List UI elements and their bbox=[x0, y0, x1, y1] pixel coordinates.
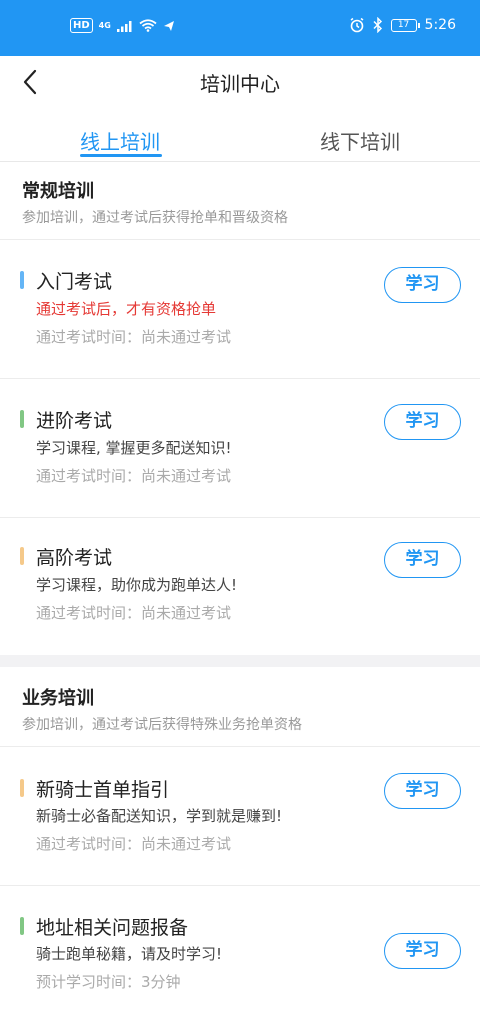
item-accent-bar bbox=[20, 271, 24, 289]
signal-icon bbox=[116, 20, 132, 32]
item-time-label: 预计学习时间： bbox=[36, 973, 142, 991]
item-accent-bar bbox=[20, 547, 24, 565]
alarm-icon bbox=[350, 17, 363, 33]
item-name: 地址相关问题报备 bbox=[36, 917, 189, 939]
item-exam-time: 通过考试时间：尚未通过考试 bbox=[36, 465, 231, 486]
status-right: 17 5:26 bbox=[349, 17, 456, 33]
training-item-entry-exam[interactable]: 入门考试 通过考试后，才有资格抢单 通过考试时间：尚未通过考试 学习 bbox=[0, 241, 480, 379]
study-button[interactable]: 学习 bbox=[384, 404, 461, 440]
item-exam-time: 通过考试时间：尚未通过考试 bbox=[36, 833, 231, 854]
item-time-label: 通过考试时间： bbox=[36, 467, 142, 485]
tab-bar: 线上培训 线下培训 bbox=[0, 118, 480, 162]
item-accent-bar bbox=[20, 917, 24, 935]
training-item-address-report[interactable]: 地址相关问题报备 骑士跑单秘籍，请及时学习! 预计学习时间：3分钟 学习 bbox=[0, 887, 480, 1026]
item-description: 骑士跑单秘籍，请及时学习! bbox=[36, 945, 223, 963]
item-description: 学习课程，助你成为跑单达人! bbox=[36, 576, 238, 594]
battery-icon: 17 bbox=[390, 18, 420, 32]
item-accent-bar bbox=[20, 779, 24, 797]
section-subtitle: 参加培训，通过考试后获得特殊业务抢单资格 bbox=[22, 717, 302, 733]
item-time-label: 通过考试时间： bbox=[36, 328, 142, 346]
status-left: HD 4G bbox=[70, 18, 175, 33]
item-time-label: 通过考试时间： bbox=[36, 835, 142, 853]
item-study-time: 预计学习时间：3分钟 bbox=[36, 971, 181, 992]
study-button[interactable]: 学习 bbox=[384, 267, 461, 303]
section-divider bbox=[0, 655, 480, 667]
hd-indicator: HD bbox=[70, 18, 93, 33]
training-item-new-rider-guide[interactable]: 新骑士首单指引 新骑士必备配送知识，学到就是赚到! 通过考试时间：尚未通过考试 … bbox=[0, 748, 480, 886]
page-title: 培训中心 bbox=[200, 72, 280, 96]
study-button[interactable]: 学习 bbox=[384, 933, 461, 969]
training-item-advanced-exam[interactable]: 进阶考试 学习课程, 掌握更多配送知识! 通过考试时间：尚未通过考试 学习 bbox=[0, 380, 480, 518]
item-warning: 通过考试后，才有资格抢单 bbox=[36, 300, 217, 318]
item-name: 入门考试 bbox=[36, 271, 113, 293]
study-button[interactable]: 学习 bbox=[384, 773, 461, 809]
tab-offline-training[interactable]: 线下培训 bbox=[320, 126, 400, 155]
wifi-icon bbox=[139, 19, 157, 32]
nav-header: 培训中心 bbox=[0, 56, 480, 108]
status-bar: HD 4G 17 5:26 bbox=[0, 0, 480, 56]
business-training-header: 业务培训 参加培训，通过考试后获得特殊业务抢单资格 bbox=[0, 667, 480, 747]
airplane-icon bbox=[163, 20, 174, 31]
item-exam-time: 通过考试时间：尚未通过考试 bbox=[36, 326, 231, 347]
item-accent-bar bbox=[20, 410, 24, 428]
bluetooth-icon bbox=[373, 17, 382, 33]
active-tab-indicator bbox=[80, 154, 162, 157]
status-time: 5:26 bbox=[424, 17, 456, 33]
item-time-value: 尚未通过考试 bbox=[141, 604, 232, 622]
item-name: 新骑士首单指引 bbox=[36, 779, 170, 801]
regular-training-header: 常规培训 参加培训，通过考试后获得抢单和晋级资格 bbox=[0, 163, 480, 240]
section-title: 业务培训 bbox=[22, 688, 94, 709]
item-description: 新骑士必备配送知识，学到就是赚到! bbox=[36, 807, 283, 825]
item-description: 学习课程, 掌握更多配送知识! bbox=[36, 439, 232, 457]
item-time-value: 尚未通过考试 bbox=[141, 328, 232, 346]
section-subtitle: 参加培训，通过考试后获得抢单和晋级资格 bbox=[22, 210, 288, 226]
item-exam-time: 通过考试时间：尚未通过考试 bbox=[36, 602, 231, 623]
item-time-value: 3分钟 bbox=[141, 973, 181, 991]
study-button[interactable]: 学习 bbox=[384, 542, 461, 578]
tab-online-training[interactable]: 线上培训 bbox=[80, 126, 160, 155]
item-time-value: 尚未通过考试 bbox=[141, 835, 232, 853]
item-name: 高阶考试 bbox=[36, 547, 113, 569]
network-indicator: 4G bbox=[98, 21, 111, 30]
section-title: 常规培训 bbox=[22, 181, 94, 202]
item-time-value: 尚未通过考试 bbox=[141, 467, 232, 485]
item-name: 进阶考试 bbox=[36, 410, 113, 432]
item-time-label: 通过考试时间： bbox=[36, 604, 142, 622]
training-item-expert-exam[interactable]: 高阶考试 学习课程，助你成为跑单达人! 通过考试时间：尚未通过考试 学习 bbox=[0, 519, 480, 655]
